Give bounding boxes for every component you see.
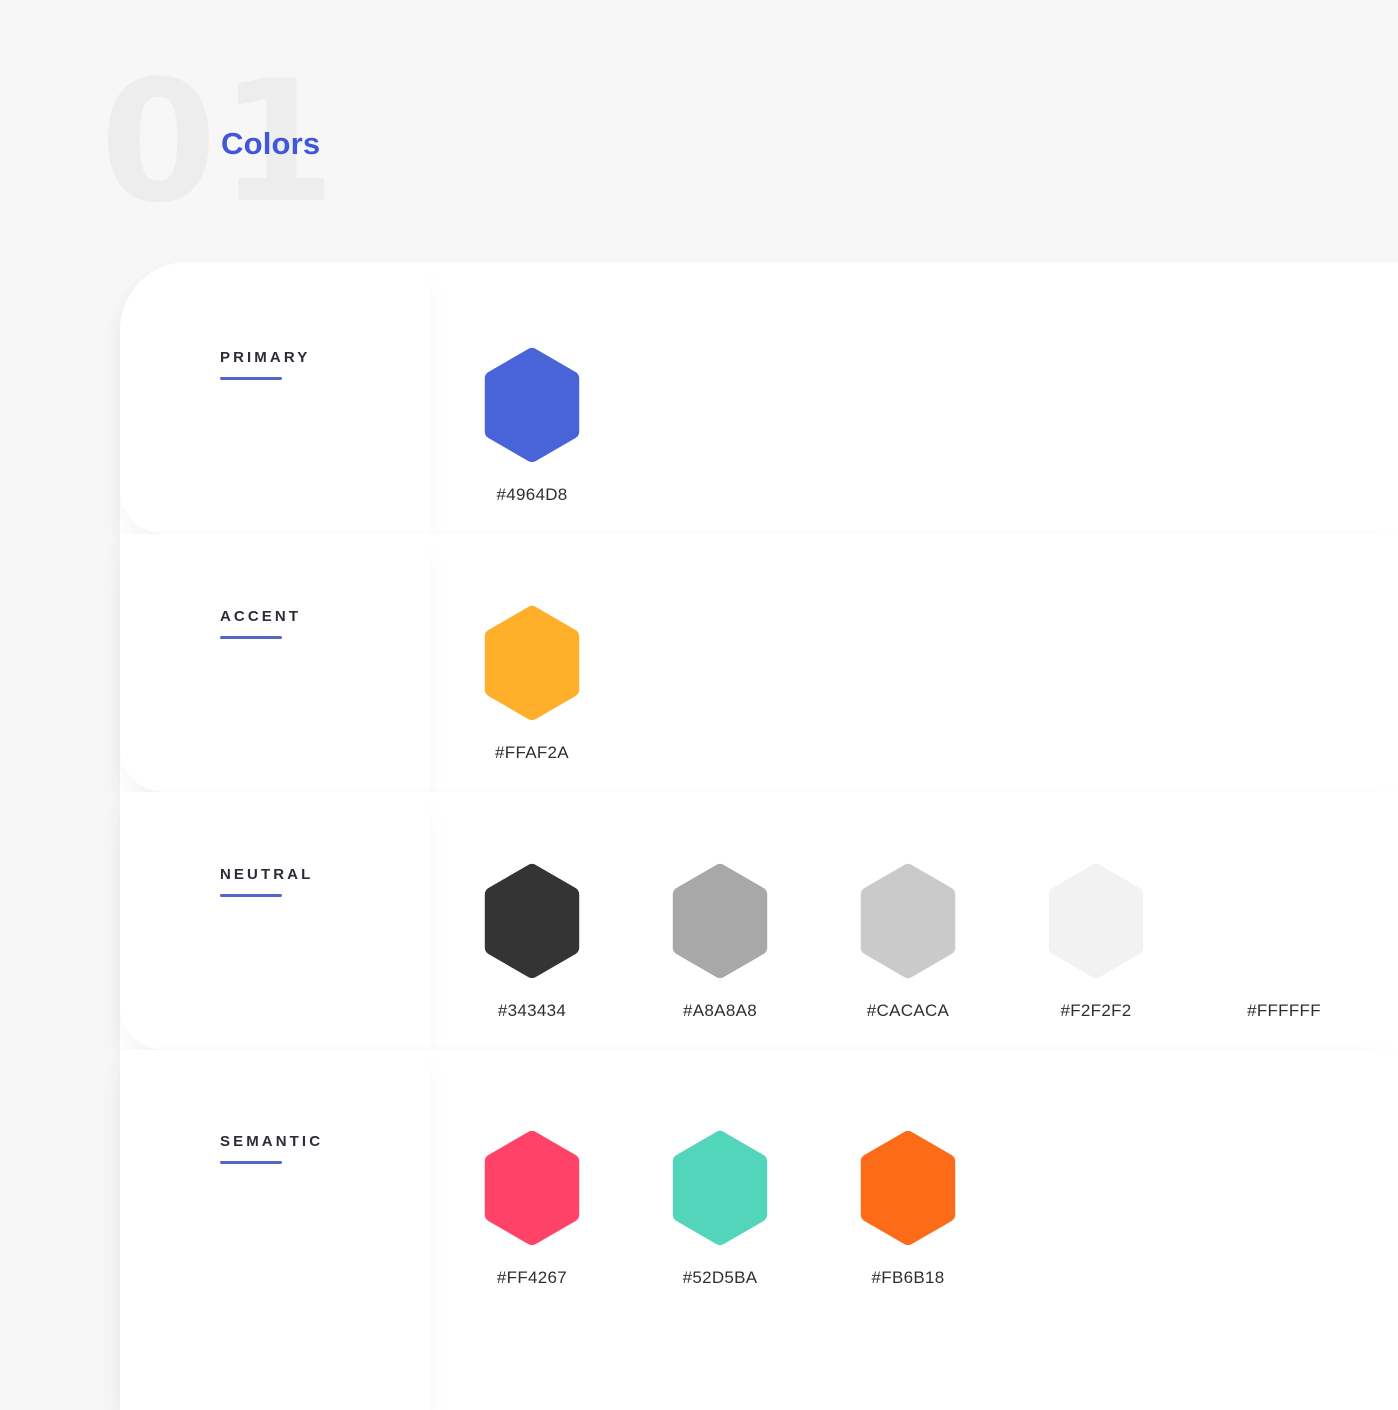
page-header: 01 Colors [0,0,1398,262]
primary-step [120,262,430,534]
hexagon-swatch-icon [672,1130,768,1246]
neutral-step [120,792,430,1050]
color-swatch[interactable]: #CACACA [814,863,1002,1021]
hexagon-swatch-icon [484,347,580,463]
colors-card: PRIMARY ACCENT NEUTRAL SEMANTIC #4964D8 … [120,262,1398,1410]
color-hex-code: #FFFFFF [1247,1001,1321,1020]
group-label-semantic-text: SEMANTIC [220,1133,324,1150]
label-underline [220,377,282,380]
color-swatch[interactable]: #4964D8 [438,347,626,505]
color-hex-code: #52D5BA [682,1268,758,1287]
swatch-row-primary: #4964D8 [438,347,626,505]
hexagon-swatch-icon [860,1130,956,1246]
group-label-primary: PRIMARY [220,349,450,380]
hexagon-swatch-icon [484,863,580,979]
hexagon-swatch-icon [860,863,956,979]
group-label-primary-text: PRIMARY [220,349,311,366]
group-label-accent: ACCENT [220,608,450,639]
hexagon-swatch-icon [1048,863,1144,979]
color-swatch[interactable]: #343434 [438,863,626,1021]
color-hex-code: #FB6B18 [871,1268,945,1287]
group-label-accent-text: ACCENT [220,608,302,625]
color-hex-code: #CACACA [866,1001,950,1020]
label-underline [220,894,282,897]
color-swatch[interactable]: #FB6B18 [814,1130,1002,1288]
semantic-step [120,1050,430,1410]
hexagon-swatch-icon [484,605,580,721]
color-hex-code: #A8A8A8 [683,1001,757,1020]
group-label-neutral-text: NEUTRAL [220,866,314,883]
color-hex-code: #4964D8 [496,485,568,504]
swatch-row-neutral: #343434 #A8A8A8 #CACACA #F2F2F2 #FFFFFF [438,863,1378,1021]
color-hex-code: #FFAF2A [495,743,569,762]
color-hex-code: #FF4267 [496,1268,568,1287]
color-group-list: PRIMARY ACCENT NEUTRAL SEMANTIC #4964D8 … [120,262,1398,1410]
color-swatch[interactable]: #FFFFFF [1190,863,1378,1021]
color-swatch[interactable]: #52D5BA [626,1130,814,1288]
color-swatch[interactable]: #FFAF2A [438,605,626,763]
color-swatch[interactable]: #A8A8A8 [626,863,814,1021]
page-title: Colors [221,126,321,161]
hexagon-swatch-icon [672,863,768,979]
swatch-row-accent: #FFAF2A [438,605,626,763]
label-underline [220,636,282,639]
color-hex-code: #343434 [497,1001,567,1020]
group-label-semantic: SEMANTIC [220,1133,450,1164]
swatch-row-semantic: #FF4267 #52D5BA #FB6B18 [438,1130,1002,1288]
color-swatch[interactable]: #F2F2F2 [1002,863,1190,1021]
color-palette-page: 01 Colors PRIMARY ACCENT NEUTRAL SEMANTI… [0,0,1398,1410]
color-hex-code: #F2F2F2 [1060,1001,1132,1020]
accent-step [120,534,430,792]
hexagon-swatch-icon [1236,863,1332,979]
hexagon-swatch-icon [484,1130,580,1246]
label-underline [220,1161,282,1164]
group-label-neutral: NEUTRAL [220,866,450,897]
color-swatch[interactable]: #FF4267 [438,1130,626,1288]
